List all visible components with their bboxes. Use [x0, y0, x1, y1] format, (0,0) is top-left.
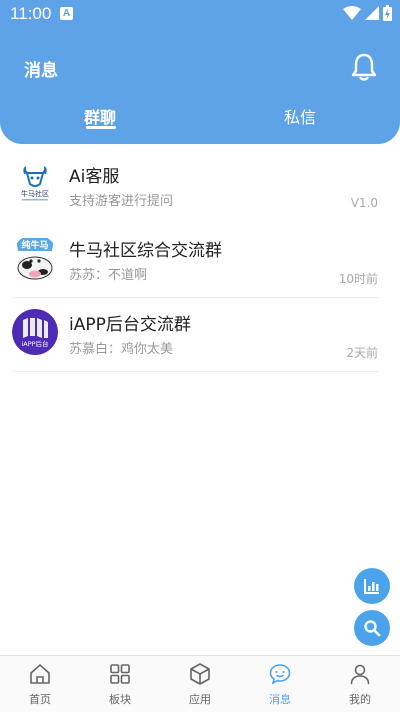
nav-home[interactable]: 首页 — [0, 656, 80, 712]
chat-name: iAPP后台交流群 — [69, 315, 191, 335]
chat-preview: 苏慕白：鸡你太美 — [69, 342, 174, 357]
chat-list: 牛马社区 Ai客服 支持游客进行提问 V1.0 纯牛马 牛马社区综合交流群 苏苏… — [0, 150, 400, 372]
cow-logo-text: 纯牛马 — [21, 239, 48, 251]
bottom-navigation: 首页 板块 应用 消息 我的 — [0, 655, 400, 712]
nav-sections[interactable]: 板块 — [80, 656, 160, 712]
home-icon — [30, 664, 50, 684]
chat-name: 牛马社区综合交流群 — [69, 241, 222, 261]
nav-label: 我的 — [349, 693, 371, 706]
chat-meta: V1.0 — [350, 196, 378, 210]
profile-icon — [350, 664, 370, 685]
chat-preview: 支持游客进行提问 — [69, 194, 174, 209]
statistics-button[interactable] — [354, 568, 390, 604]
chat-meta: 10时前 — [338, 272, 378, 286]
chat-preview: 苏苏：不道啊 — [69, 268, 148, 283]
cow-mascot-logo-icon: 纯牛马 — [12, 234, 58, 282]
nav-label: 应用 — [189, 693, 211, 706]
app-header: 11:00 A 消息 群聊 私信 — [0, 0, 400, 144]
nav-profile[interactable]: 我的 — [320, 656, 400, 712]
divider — [12, 371, 378, 372]
chat-bubble-icon — [269, 664, 291, 685]
chat-name: Ai客服 — [69, 167, 120, 187]
active-tab-indicator — [86, 126, 116, 129]
signal-icon — [365, 6, 379, 20]
nav-label: 板块 — [109, 693, 131, 706]
status-indicators — [343, 5, 392, 21]
nav-label: 消息 — [269, 693, 291, 706]
page-title: 消息 — [24, 61, 58, 81]
chat-meta: 2天前 — [346, 346, 378, 360]
grid-icon — [110, 664, 130, 684]
chat-item-ai-service[interactable]: 牛马社区 Ai客服 支持游客进行提问 V1.0 — [0, 150, 400, 224]
status-time: 11:00 — [10, 4, 52, 23]
niuma-community-logo-icon: 牛马社区 — [12, 160, 58, 208]
tab-private-message[interactable]: 私信 — [260, 104, 340, 128]
niuma-logo-text: 牛马社区 — [21, 189, 49, 198]
iapp-backend-logo-icon: iAPP后台 — [12, 308, 58, 356]
notification-icon: A — [60, 7, 73, 20]
bell-icon[interactable] — [350, 52, 378, 82]
bar-chart-icon — [364, 579, 379, 594]
nav-messages[interactable]: 消息 — [240, 656, 320, 712]
notification-letter: A — [62, 8, 71, 19]
chat-item-iapp-group[interactable]: iAPP后台 iAPP后台交流群 苏慕白：鸡你太美 2天前 — [0, 298, 400, 372]
status-bar: 11:00 A — [0, 0, 400, 28]
search-button[interactable] — [354, 610, 390, 646]
wifi-icon — [343, 6, 361, 20]
iapp-logo-text: iAPP后台 — [21, 339, 48, 348]
chat-item-niuma-group[interactable]: 纯牛马 牛马社区综合交流群 苏苏：不道啊 10时前 — [0, 224, 400, 298]
search-icon — [364, 620, 381, 637]
nav-label: 首页 — [29, 693, 51, 706]
battery-icon — [383, 5, 392, 21]
nav-apps[interactable]: 应用 — [160, 656, 240, 712]
cube-icon — [190, 663, 210, 685]
tab-group-chat[interactable]: 群聊 — [60, 104, 140, 128]
